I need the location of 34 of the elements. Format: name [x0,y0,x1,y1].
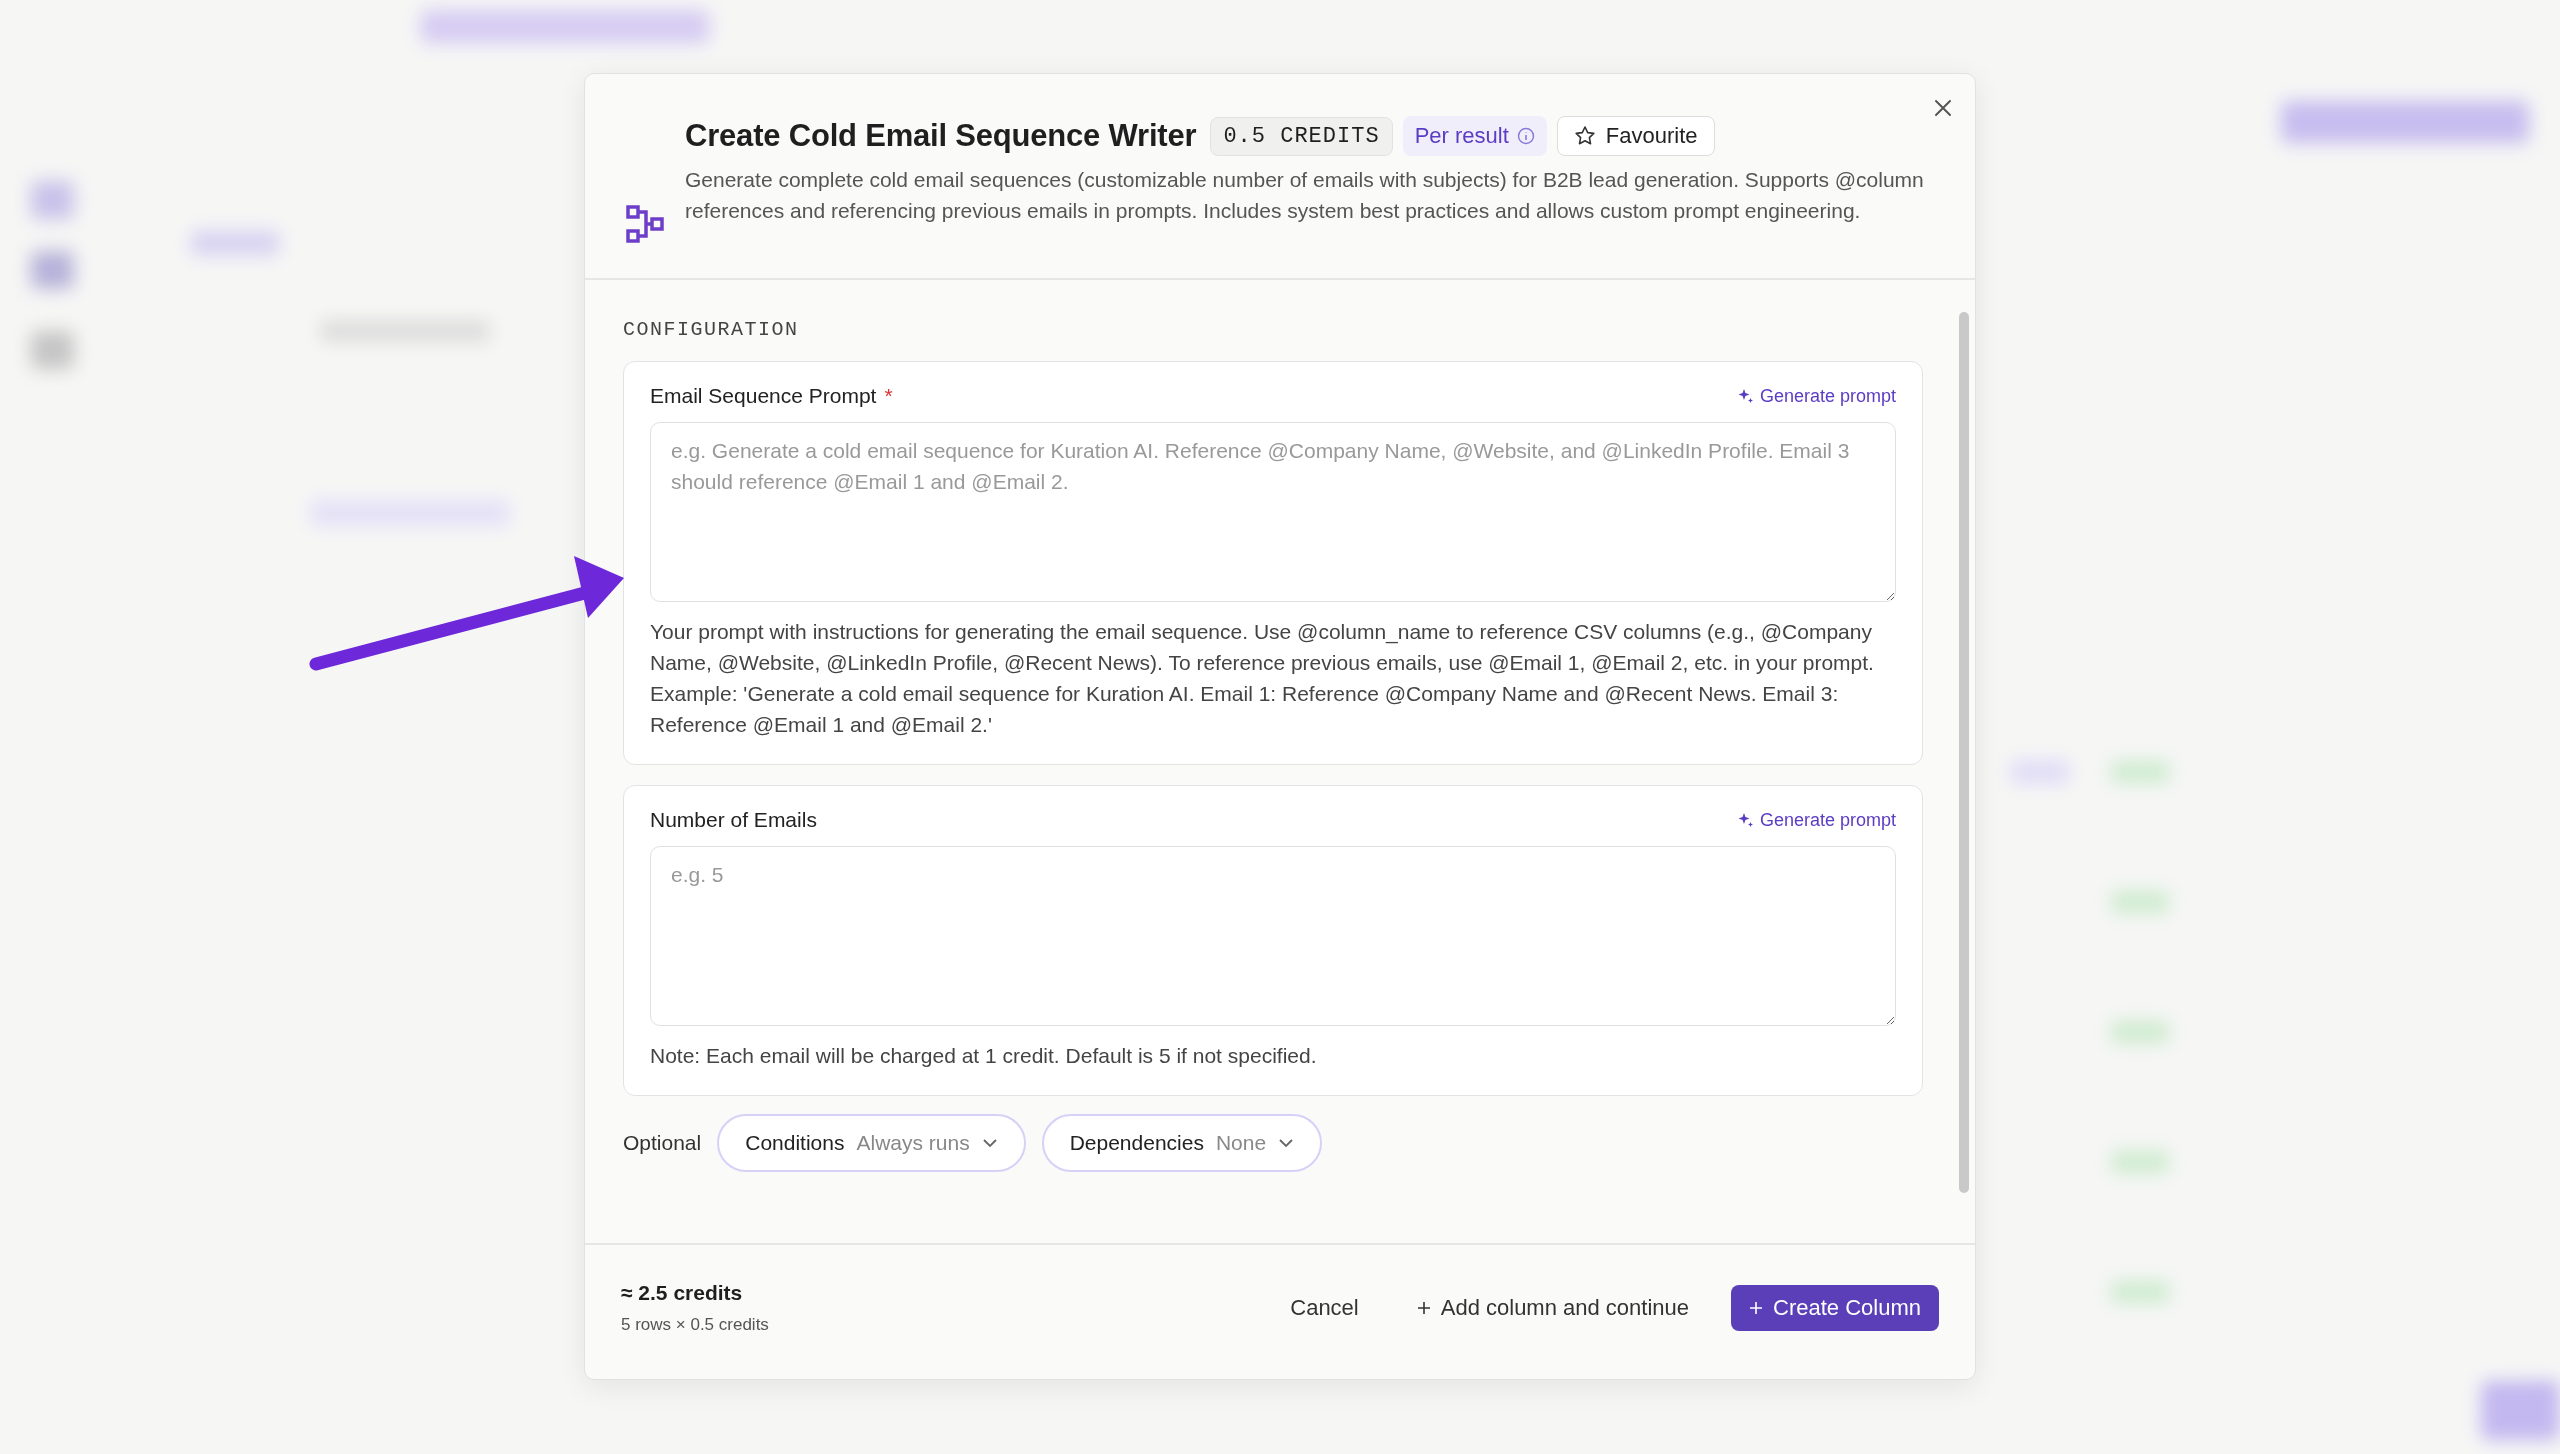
credits-badge: 0.5 CREDITS [1210,116,1393,156]
help-text: Your prompt with instructions for generating the email sequence. Use @column_name to reference CSV columns (e.g., @Company Name, @Website, @LinkedIn Profile, @Recent News). To reference previous emails, use @Email 1, @Email 2, etc. in your prompt. Example: 'Generate a cold email sequence for Kuration AI. Email 1: Reference @Company Name and @Recent News. Email 3: Reference @Email 1 and @Email 2.' [650,619,1875,738]
favourite-button[interactable]: Favourite [1556,116,1715,156]
cancel-button[interactable]: Cancel [1274,1285,1375,1331]
field-label: Number of Emails [650,808,817,832]
plus-icon [1416,1301,1431,1315]
generate-prompt-link[interactable]: Generate prompt [1737,809,1896,831]
chevron-down-icon [1278,1138,1295,1148]
pricing-badge: Per result [1402,116,1547,156]
star-icon [1573,125,1596,147]
optional-label: Optional [623,1131,702,1155]
section-heading: CONFIGURATION [623,318,800,341]
create-button[interactable]: Create Column [1731,1285,1939,1331]
text-field[interactable]: e.g. 5 [650,846,1896,1026]
help-text: Note: Each email will be charged at 1 credit. Default is 5 if not specified. [650,1043,1318,1069]
sparkle-icon [1737,812,1754,828]
scrollbar[interactable] [1959,312,1969,1193]
add-button[interactable]: Add column and continue [1400,1285,1706,1331]
chevron-down-icon [981,1138,998,1148]
required-mark: * [884,384,893,408]
close-icon [1933,98,1953,118]
dropdown-button[interactable]: Conditions Always runs [717,1114,1026,1172]
generate-prompt-link[interactable]: Generate prompt [1737,385,1896,407]
dialog-title: Create Cold Email Sequence Writer [685,118,1197,154]
credit-estimate: ≈ 2.5 credits [621,1281,744,1305]
dropdown-button[interactable]: Dependencies None [1041,1114,1323,1172]
dialog-description: Generate complete cold email sequences (customizable number of emails with subjects) for B2B lead generation. Supports @column references and referencing previous emails in prompts. Includes system best practices and allows custom prompt engineering. [685,167,1925,224]
field-label: Email Sequence Prompt [650,384,877,408]
text-field[interactable]: e.g. Generate a cold email sequence for Kuration AI. Reference @Company Name, @Website, and @LinkedIn Profile. Email 3 should reference @Email 1 and @Email 2. [650,422,1896,602]
plus-icon [1749,1301,1764,1315]
workflow-icon [625,204,665,244]
sparkle-icon [1737,388,1754,404]
credit-breakdown: 5 rows × 0.5 credits [621,1315,769,1335]
info-icon [1516,127,1535,145]
